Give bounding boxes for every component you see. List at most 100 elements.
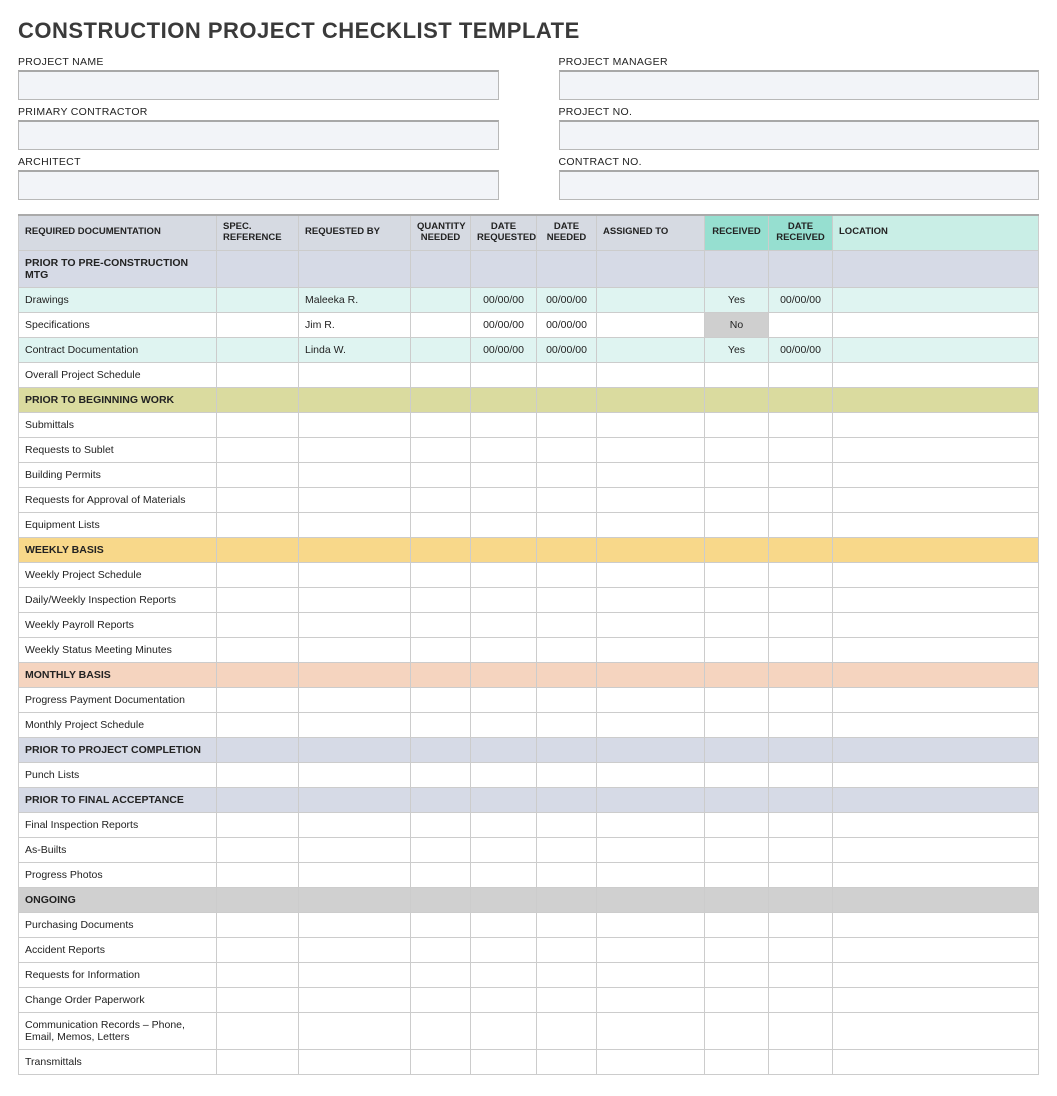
cell-doc[interactable]: Requests to Sublet: [19, 437, 217, 462]
cell-loc[interactable]: [833, 337, 1039, 362]
cell-doc[interactable]: Weekly Status Meeting Minutes: [19, 637, 217, 662]
cell-qty[interactable]: [411, 587, 471, 612]
cell-drecv[interactable]: 00/00/00: [769, 287, 833, 312]
cell-dreq[interactable]: [471, 412, 537, 437]
cell-reqby[interactable]: [299, 762, 411, 787]
cell-qty[interactable]: [411, 437, 471, 462]
cell-received[interactable]: [705, 487, 769, 512]
cell-spec[interactable]: [217, 637, 299, 662]
cell-spec[interactable]: [217, 487, 299, 512]
cell-assign[interactable]: [597, 837, 705, 862]
cell-spec[interactable]: [217, 512, 299, 537]
cell-loc[interactable]: [833, 1049, 1039, 1074]
cell-dreq[interactable]: [471, 837, 537, 862]
cell-dneed[interactable]: 00/00/00: [537, 287, 597, 312]
cell-reqby[interactable]: [299, 837, 411, 862]
cell-assign[interactable]: [597, 1049, 705, 1074]
cell-received[interactable]: [705, 937, 769, 962]
cell-reqby[interactable]: [299, 912, 411, 937]
cell-received[interactable]: Yes: [705, 337, 769, 362]
cell-reqby[interactable]: [299, 512, 411, 537]
cell-qty[interactable]: [411, 637, 471, 662]
cell-dneed[interactable]: [537, 837, 597, 862]
cell-received[interactable]: [705, 812, 769, 837]
cell-drecv[interactable]: 00/00/00: [769, 337, 833, 362]
cell-received[interactable]: No: [705, 312, 769, 337]
cell-dreq[interactable]: [471, 1049, 537, 1074]
cell-drecv[interactable]: [769, 562, 833, 587]
cell-received[interactable]: [705, 837, 769, 862]
cell-spec[interactable]: [217, 712, 299, 737]
cell-doc[interactable]: Specifications: [19, 312, 217, 337]
cell-doc[interactable]: Drawings: [19, 287, 217, 312]
cell-drecv[interactable]: [769, 1012, 833, 1049]
cell-dreq[interactable]: [471, 462, 537, 487]
cell-qty[interactable]: [411, 612, 471, 637]
cell-dneed[interactable]: 00/00/00: [537, 312, 597, 337]
cell-dneed[interactable]: [537, 712, 597, 737]
cell-doc[interactable]: Requests for Approval of Materials: [19, 487, 217, 512]
cell-doc[interactable]: Weekly Project Schedule: [19, 562, 217, 587]
cell-qty[interactable]: [411, 287, 471, 312]
cell-doc[interactable]: Punch Lists: [19, 762, 217, 787]
cell-loc[interactable]: [833, 762, 1039, 787]
cell-doc[interactable]: Requests for Information: [19, 962, 217, 987]
cell-received[interactable]: [705, 687, 769, 712]
cell-received[interactable]: [705, 437, 769, 462]
cell-received[interactable]: [705, 1049, 769, 1074]
cell-received[interactable]: [705, 712, 769, 737]
cell-dreq[interactable]: [471, 687, 537, 712]
cell-drecv[interactable]: [769, 962, 833, 987]
cell-loc[interactable]: [833, 462, 1039, 487]
cell-dreq[interactable]: [471, 762, 537, 787]
cell-qty[interactable]: [411, 1012, 471, 1049]
input-project-manager[interactable]: [559, 70, 1040, 100]
cell-qty[interactable]: [411, 487, 471, 512]
cell-drecv[interactable]: [769, 812, 833, 837]
cell-qty[interactable]: [411, 837, 471, 862]
cell-dreq[interactable]: [471, 862, 537, 887]
cell-assign[interactable]: [597, 587, 705, 612]
cell-assign[interactable]: [597, 412, 705, 437]
cell-spec[interactable]: [217, 912, 299, 937]
cell-loc[interactable]: [833, 837, 1039, 862]
cell-assign[interactable]: [597, 762, 705, 787]
cell-qty[interactable]: [411, 687, 471, 712]
cell-loc[interactable]: [833, 687, 1039, 712]
cell-dneed[interactable]: [537, 1049, 597, 1074]
cell-drecv[interactable]: [769, 412, 833, 437]
cell-assign[interactable]: [597, 462, 705, 487]
cell-drecv[interactable]: [769, 837, 833, 862]
cell-assign[interactable]: [597, 512, 705, 537]
cell-reqby[interactable]: [299, 462, 411, 487]
cell-qty[interactable]: [411, 812, 471, 837]
cell-doc[interactable]: Weekly Payroll Reports: [19, 612, 217, 637]
cell-dneed[interactable]: [537, 1012, 597, 1049]
cell-dneed[interactable]: [537, 962, 597, 987]
cell-dreq[interactable]: [471, 962, 537, 987]
cell-assign[interactable]: [597, 812, 705, 837]
cell-drecv[interactable]: [769, 987, 833, 1012]
cell-dneed[interactable]: [537, 362, 597, 387]
cell-received[interactable]: [705, 762, 769, 787]
cell-drecv[interactable]: [769, 512, 833, 537]
cell-dreq[interactable]: 00/00/00: [471, 312, 537, 337]
cell-loc[interactable]: [833, 987, 1039, 1012]
cell-dreq[interactable]: [471, 812, 537, 837]
cell-loc[interactable]: [833, 1012, 1039, 1049]
cell-doc[interactable]: Change Order Paperwork: [19, 987, 217, 1012]
cell-qty[interactable]: [411, 512, 471, 537]
cell-received[interactable]: Yes: [705, 287, 769, 312]
cell-reqby[interactable]: [299, 1049, 411, 1074]
cell-dreq[interactable]: [471, 487, 537, 512]
cell-spec[interactable]: [217, 987, 299, 1012]
cell-spec[interactable]: [217, 837, 299, 862]
cell-qty[interactable]: [411, 937, 471, 962]
cell-drecv[interactable]: [769, 312, 833, 337]
cell-reqby[interactable]: [299, 362, 411, 387]
cell-reqby[interactable]: [299, 1012, 411, 1049]
cell-doc[interactable]: Transmittals: [19, 1049, 217, 1074]
input-contract-no[interactable]: [559, 170, 1040, 200]
cell-reqby[interactable]: [299, 937, 411, 962]
cell-loc[interactable]: [833, 512, 1039, 537]
